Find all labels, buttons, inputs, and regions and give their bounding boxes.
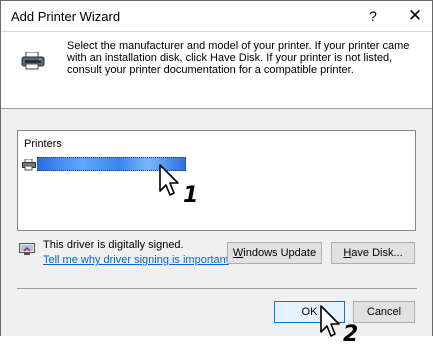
- step-1-label: 1: [183, 183, 199, 208]
- add-printer-wizard-dialog: Add Printer Wizard ? ✕ Select the manufa…: [0, 0, 433, 336]
- have-disk-label-rest: ave Disk...: [351, 247, 403, 259]
- windows-update-label-rest: indows Update: [243, 247, 317, 259]
- pointer-cursor-icon: [319, 304, 345, 345]
- title-bar: Add Printer Wizard ? ✕: [1, 1, 432, 32]
- printer-small-icon: [22, 158, 36, 176]
- printers-listbox[interactable]: Printers: [17, 130, 416, 231]
- have-disk-button[interactable]: Have Disk...: [331, 242, 415, 264]
- cancel-button[interactable]: Cancel: [353, 301, 415, 323]
- signed-driver-icon: [19, 243, 35, 261]
- header-instructions: Select the manufacturer and model of you…: [67, 40, 410, 76]
- window-title: Add Printer Wizard: [11, 9, 121, 24]
- printers-list-header: Printers: [24, 138, 62, 150]
- wizard-body: Printers This driver is digitally signed…: [1, 109, 432, 336]
- help-button[interactable]: ?: [363, 8, 383, 24]
- driver-signing-link[interactable]: Tell me why driver signing is important: [43, 254, 229, 266]
- pointer-cursor-icon: [158, 163, 184, 204]
- windows-update-accesskey: W: [232, 247, 244, 259]
- separator: [17, 288, 417, 289]
- printer-icon: [21, 51, 45, 75]
- step-2-label: 2: [343, 322, 359, 347]
- windows-update-button[interactable]: Windows Update: [227, 242, 322, 264]
- wizard-header: Select the manufacturer and model of you…: [1, 32, 432, 109]
- close-button[interactable]: ✕: [405, 6, 425, 26]
- driver-signed-text: This driver is digitally signed.: [43, 239, 184, 251]
